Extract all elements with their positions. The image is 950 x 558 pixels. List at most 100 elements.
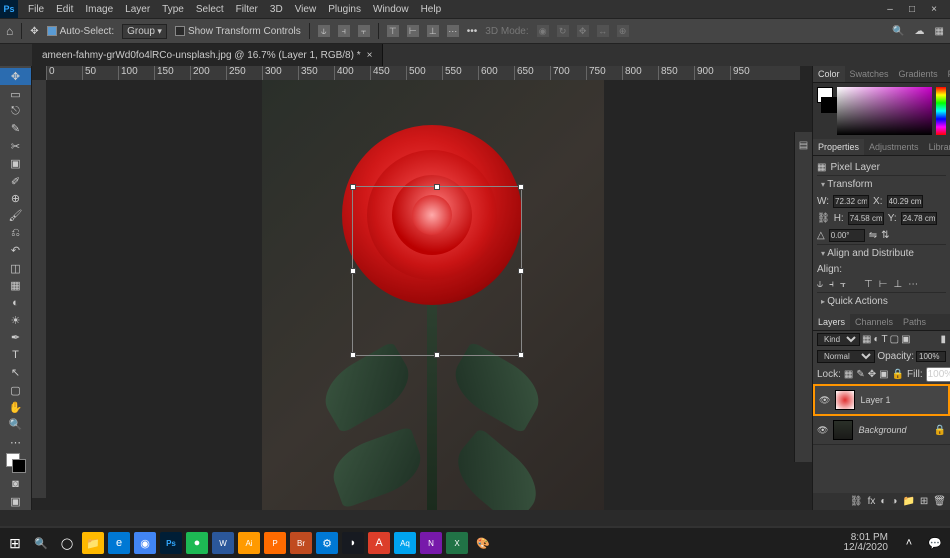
- zoom-tool[interactable]: 🔍: [0, 416, 31, 433]
- menu-help[interactable]: Help: [415, 1, 448, 18]
- tab-libraries[interactable]: Libraries: [924, 139, 950, 155]
- word-icon[interactable]: W: [212, 532, 234, 554]
- align-bottom-icon[interactable]: ⊥: [427, 25, 439, 37]
- layer-filter-kind[interactable]: Kind: [817, 333, 860, 346]
- group-icon[interactable]: 📁: [902, 496, 914, 507]
- collapsed-panels[interactable]: ▤: [794, 132, 812, 462]
- document-tab[interactable]: ameen-fahmy-grWd0fo4lRCo-unsplash.jpg @ …: [32, 44, 383, 66]
- align-section[interactable]: ▾ Align and Distribute: [817, 244, 946, 262]
- filter-pixel-icon[interactable]: ▦: [862, 334, 871, 345]
- tab-patterns[interactable]: Patterns: [943, 66, 950, 82]
- filter-smart-icon[interactable]: ▣: [901, 334, 910, 345]
- file-explorer-icon[interactable]: 📁: [82, 532, 104, 554]
- filter-adjust-icon[interactable]: ◐: [873, 334, 879, 345]
- hand-tool[interactable]: ✋: [0, 399, 31, 416]
- illustrator-icon[interactable]: Ai: [238, 532, 260, 554]
- windows-taskbar[interactable]: ⊞ 🔍 ◯ 📁 e ◉ Ps ● W Ai P Br ⚙ ◗ A Aq N X …: [0, 528, 950, 558]
- blend-mode-select[interactable]: Normal: [817, 350, 875, 363]
- photoshop-taskbar-icon[interactable]: Ps: [160, 532, 182, 554]
- height-input[interactable]: [848, 212, 884, 225]
- spotify-icon[interactable]: ●: [186, 532, 208, 554]
- menu-edit[interactable]: Edit: [50, 1, 79, 18]
- align-top-icon[interactable]: ⊤: [387, 25, 399, 37]
- x-input[interactable]: [887, 195, 923, 208]
- lock-position-icon[interactable]: ✥: [868, 369, 876, 380]
- move-tool[interactable]: ✥: [0, 68, 31, 85]
- filter-toggle-icon[interactable]: ▮: [940, 334, 946, 345]
- edit-toolbar[interactable]: ⋯: [0, 434, 31, 451]
- lock-transparency-icon[interactable]: ▦: [844, 369, 853, 380]
- align-left-icon[interactable]: ⫝: [318, 25, 330, 37]
- tab-swatches[interactable]: Swatches: [845, 66, 894, 82]
- menu-image[interactable]: Image: [79, 1, 119, 18]
- paint-icon[interactable]: 🎨: [472, 532, 494, 554]
- bridge-icon[interactable]: Br: [290, 532, 312, 554]
- healing-tool[interactable]: ⊕: [0, 190, 31, 207]
- system-clock[interactable]: 8:01 PM 12/4/2020: [844, 533, 895, 553]
- y-input[interactable]: [901, 212, 937, 225]
- visibility-toggle-icon[interactable]: 👁: [819, 395, 830, 406]
- layer-style-icon[interactable]: fx: [868, 496, 876, 507]
- lasso-tool[interactable]: ⎋: [0, 103, 31, 120]
- menu-window[interactable]: Window: [367, 1, 415, 18]
- tab-close-icon[interactable]: ×: [367, 50, 373, 61]
- more-options-icon[interactable]: •••: [467, 26, 478, 37]
- layer-mask-icon[interactable]: ◐: [880, 496, 886, 507]
- tab-color[interactable]: Color: [813, 66, 845, 82]
- home-icon[interactable]: ⌂: [6, 24, 13, 38]
- close-button[interactable]: ×: [928, 4, 940, 15]
- taskbar-search-icon[interactable]: 🔍: [30, 532, 52, 554]
- gradient-tool[interactable]: ▦: [0, 277, 31, 294]
- background-swatch[interactable]: [821, 97, 837, 113]
- excel-icon[interactable]: X: [446, 532, 468, 554]
- menu-3d[interactable]: 3D: [264, 1, 289, 18]
- align-middle-icon[interactable]: ⊢: [407, 25, 419, 37]
- ruler-horizontal[interactable]: 0501001502002503003504004505005506006507…: [46, 66, 800, 80]
- settings-taskbar-icon[interactable]: ⚙: [316, 532, 338, 554]
- layer-item[interactable]: 👁 Layer 1: [813, 384, 950, 416]
- blur-tool[interactable]: ◐: [0, 294, 31, 311]
- main-menu[interactable]: File Edit Image Layer Type Select Filter…: [22, 1, 447, 18]
- color-field[interactable]: [837, 87, 932, 135]
- align-right-edges-icon[interactable]: ⫟: [840, 279, 846, 290]
- distribute-more-icon[interactable]: ⋯: [908, 279, 918, 290]
- visibility-toggle-icon[interactable]: 👁: [817, 425, 828, 436]
- align-right-icon[interactable]: ⫟: [358, 25, 370, 37]
- powerpoint-icon[interactable]: P: [264, 532, 286, 554]
- filter-type-icon[interactable]: T: [882, 334, 888, 345]
- layer-thumbnail[interactable]: [835, 390, 855, 410]
- quick-actions-section[interactable]: ▸ Quick Actions: [817, 292, 946, 310]
- filter-shape-icon[interactable]: ▢: [890, 334, 899, 345]
- canvas-area[interactable]: 0501001502002503003504004505005506006507…: [32, 66, 812, 510]
- auto-select-dropdown[interactable]: Group ▾: [122, 24, 167, 39]
- acrobat-icon[interactable]: A: [368, 532, 390, 554]
- tab-layers[interactable]: Layers: [813, 314, 850, 330]
- menu-file[interactable]: File: [22, 1, 50, 18]
- auto-select-checkbox[interactable]: [47, 26, 57, 36]
- task-view-icon[interactable]: ◯: [56, 532, 78, 554]
- search-icon[interactable]: 🔍: [892, 26, 904, 37]
- share-icon[interactable]: ☁: [915, 26, 925, 37]
- notifications-icon[interactable]: 💬: [924, 532, 946, 554]
- tab-properties[interactable]: Properties: [813, 139, 864, 155]
- shape-tool[interactable]: ▢: [0, 381, 31, 398]
- tab-paths[interactable]: Paths: [898, 314, 931, 330]
- link-wh-icon[interactable]: ⛓: [817, 213, 830, 224]
- tab-channels[interactable]: Channels: [850, 314, 898, 330]
- align-left-edges-icon[interactable]: ⫝: [817, 279, 823, 290]
- menu-type[interactable]: Type: [156, 1, 190, 18]
- eraser-tool[interactable]: ◫: [0, 259, 31, 276]
- brush-tool[interactable]: 🖌: [0, 207, 31, 224]
- marquee-tool[interactable]: ▭: [0, 85, 31, 102]
- layer-name[interactable]: Layer 1: [860, 395, 890, 405]
- history-panel-icon[interactable]: ▤: [799, 140, 808, 151]
- frame-tool[interactable]: ▣: [0, 155, 31, 172]
- layer-item[interactable]: 👁 Background 🔒: [813, 416, 950, 445]
- workspace-icon[interactable]: ▦: [935, 26, 944, 37]
- menu-select[interactable]: Select: [190, 1, 230, 18]
- crop-tool[interactable]: ✂: [0, 138, 31, 155]
- chrome-icon[interactable]: ◉: [134, 532, 156, 554]
- align-bottom-edges-icon[interactable]: ⊥: [893, 279, 902, 290]
- width-input[interactable]: [833, 195, 869, 208]
- stamp-tool[interactable]: ⎌: [0, 225, 31, 242]
